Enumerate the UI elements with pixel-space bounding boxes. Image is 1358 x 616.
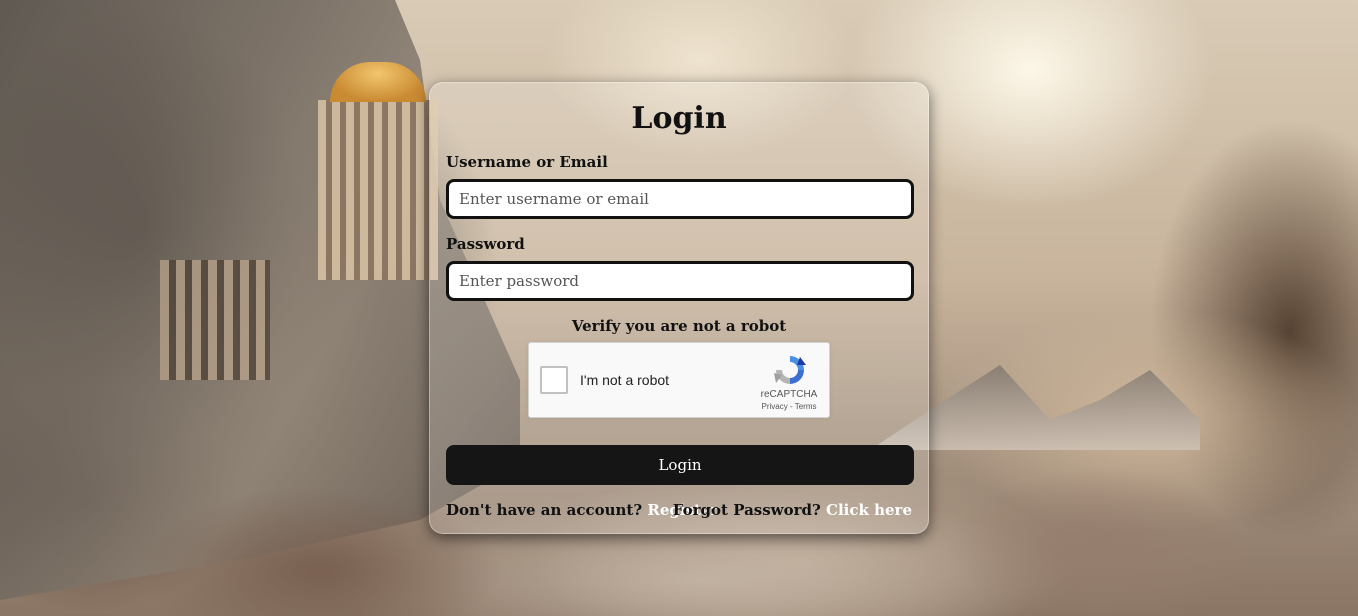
login-button[interactable]: Login: [446, 445, 914, 485]
forgot-password-prompt: Forgot Password? Click here: [673, 501, 912, 519]
recaptcha-links: Privacy - Terms: [751, 402, 827, 411]
recaptcha-widget: I'm not a robot reCAPTCHA Privacy - Term…: [528, 342, 830, 418]
password-input[interactable]: [446, 261, 914, 301]
recaptcha-logo-icon: [774, 356, 806, 384]
recaptcha-label: I'm not a robot: [580, 372, 670, 388]
recaptcha-terms-link[interactable]: Terms: [795, 402, 817, 411]
forgot-password-link[interactable]: Click here: [826, 501, 912, 519]
recaptcha-checkbox[interactable]: [540, 366, 568, 394]
recaptcha-brand: reCAPTCHA: [760, 389, 818, 400]
login-card: Login Username or Email Password Verify …: [429, 82, 929, 534]
temple-building: [318, 100, 438, 280]
page-title: Login: [631, 101, 727, 136]
recaptcha-separator: -: [787, 402, 795, 411]
recaptcha-privacy-link[interactable]: Privacy: [762, 402, 788, 411]
username-label: Username or Email: [446, 153, 608, 171]
username-input[interactable]: [446, 179, 914, 219]
lower-temple: [160, 260, 270, 380]
password-label: Password: [446, 235, 525, 253]
no-account-text: Don't have an account?: [446, 501, 643, 519]
forgot-password-text: Forgot Password?: [672, 501, 821, 519]
verify-text: Verify you are not a robot: [571, 317, 787, 335]
